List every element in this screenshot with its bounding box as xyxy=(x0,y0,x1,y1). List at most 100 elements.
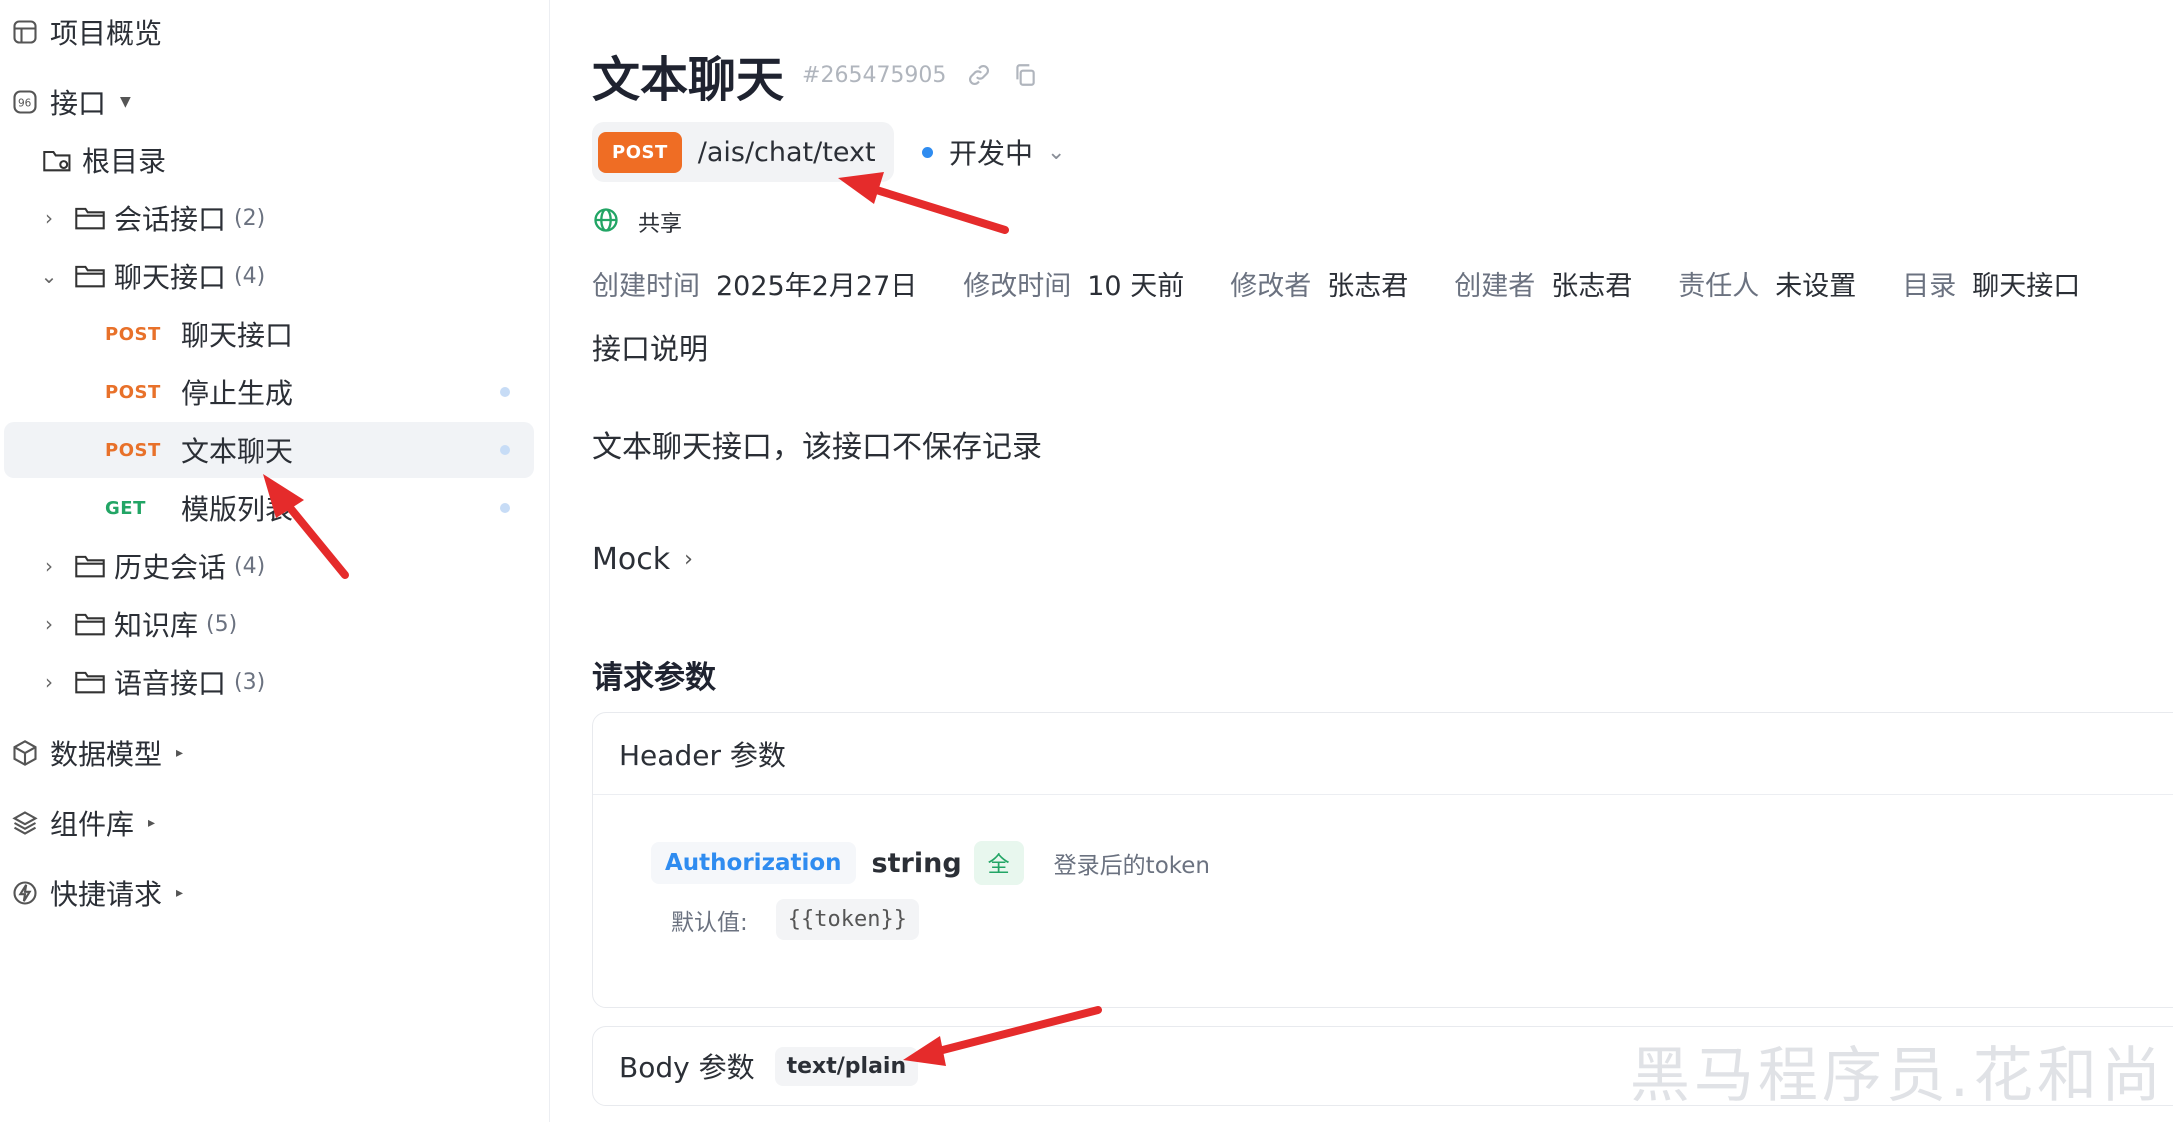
layers-icon xyxy=(10,808,40,838)
method-badge: GET xyxy=(105,497,146,519)
tree-folder[interactable]: › 语音接口 (3) xyxy=(34,654,265,710)
cube-icon xyxy=(10,738,40,768)
title-row: 文本聊天 #265475905 xyxy=(592,40,1038,110)
tree-label: 聊天接口 xyxy=(114,261,227,294)
path-text: /ais/chat/text xyxy=(697,136,876,168)
api-label: 模版列表 xyxy=(181,493,294,526)
api-item[interactable]: GET 模版列表 xyxy=(4,480,534,536)
lightning-icon xyxy=(10,878,40,908)
folder-icon xyxy=(74,610,106,638)
copy-icon[interactable] xyxy=(1012,62,1038,88)
api-id: #265475905 xyxy=(802,62,947,88)
param-type: string xyxy=(871,847,962,879)
status-dot xyxy=(500,445,510,455)
status-dot xyxy=(500,503,510,513)
method-badge: POST xyxy=(105,323,161,345)
meta-value: 张志君 xyxy=(1327,271,1409,302)
chevron-down-icon: ⌄ xyxy=(1047,139,1066,165)
watermark: 黑马程序员.花和尚 xyxy=(1629,1041,2165,1111)
mock-toggle[interactable]: Mock › xyxy=(592,542,693,577)
tree-folder[interactable]: › 历史会话 (4) xyxy=(34,538,265,594)
svg-text:96: 96 xyxy=(18,98,32,110)
share-label: 共享 xyxy=(638,212,683,237)
sidebar: 项目概览 96 接口 ▼ 根目录 › 会话接口 (2) ⌄ 聊天接口 (4) P… xyxy=(0,0,550,1122)
param-required-badge: 全 xyxy=(973,841,1024,885)
meta-key: 创建时间 xyxy=(592,271,700,302)
main-content: 文本聊天 #265475905 POST /ais/chat/text 开发中 … xyxy=(592,0,2173,1122)
card-title: Body 参数 xyxy=(619,1051,755,1084)
meta-value: 10 天前 xyxy=(1087,271,1185,302)
layout-icon xyxy=(10,17,40,47)
tree-folder[interactable]: ⌄ 聊天接口 (4) xyxy=(34,248,266,304)
card-header: Header 参数 xyxy=(593,713,2173,795)
page-title[interactable]: 文本聊天 xyxy=(592,40,784,110)
share-row[interactable]: 共享 xyxy=(592,206,682,238)
mock-label: Mock xyxy=(592,542,671,577)
content-type-badge: text/plain xyxy=(774,1046,919,1086)
meta-key: 目录 xyxy=(1902,271,1957,302)
meta-value[interactable]: 未设置 xyxy=(1775,264,1856,303)
api-item-active[interactable]: POST 文本聊天 xyxy=(4,422,534,478)
nav-label: 接口 xyxy=(50,87,107,120)
description-heading: 接口说明 xyxy=(592,332,709,366)
request-path[interactable]: POST /ais/chat/text xyxy=(592,122,894,182)
status-select[interactable]: 开发中 ⌄ xyxy=(922,132,1065,172)
nav-components[interactable]: 组件库 ▸ xyxy=(0,795,535,851)
meta-key: 责任人 xyxy=(1678,271,1760,302)
default-label: 默认值: xyxy=(671,909,748,936)
tree-folder[interactable]: › 会话接口 (2) xyxy=(34,190,265,246)
meta-key: 修改时间 xyxy=(963,271,1072,302)
globe-icon xyxy=(592,206,620,238)
caret-down-icon[interactable]: ▼ xyxy=(120,94,131,110)
param-name[interactable]: Authorization xyxy=(651,842,856,884)
status-dot xyxy=(922,146,933,158)
api-item[interactable]: POST 停止生成 xyxy=(4,364,534,420)
tree-folder[interactable]: › 知识库 (5) xyxy=(34,596,237,652)
nav-project-overview[interactable]: 项目概览 xyxy=(0,4,535,60)
nav-data-models[interactable]: 数据模型 ▸ xyxy=(0,725,535,781)
method-badge: POST xyxy=(105,381,161,403)
link-icon[interactable] xyxy=(966,62,992,88)
default-value: {{token}} xyxy=(775,899,919,940)
api-label: 停止生成 xyxy=(181,377,294,410)
meta-value: 张志君 xyxy=(1551,271,1633,302)
tree-count: (5) xyxy=(206,611,238,637)
chevron-right-icon[interactable]: › xyxy=(34,554,64,578)
caret-right-icon[interactable]: ▸ xyxy=(176,885,183,901)
tree-count: (2) xyxy=(234,205,266,231)
tree-label: 语音接口 xyxy=(114,667,227,700)
description-text: 文本聊天接口，该接口不保存记录 xyxy=(592,430,1042,465)
folder-icon xyxy=(74,668,106,696)
card-title: Header 参数 xyxy=(619,738,786,772)
tree-root[interactable]: 根目录 xyxy=(32,132,166,188)
meta-value: 2025年2月27日 xyxy=(716,271,918,302)
api-item[interactable]: POST 聊天接口 xyxy=(4,306,534,362)
tree-label: 根目录 xyxy=(82,145,167,178)
status-dot xyxy=(500,387,510,397)
nav-label: 数据模型 xyxy=(50,738,163,771)
tree-label: 历史会话 xyxy=(114,551,227,584)
param-description: 登录后的token xyxy=(1053,853,1210,879)
status-label: 开发中 xyxy=(949,137,1034,170)
chevron-right-icon[interactable]: › xyxy=(34,206,64,230)
param-row: Authorization string 全 登录后的token xyxy=(651,841,1210,885)
chevron-down-icon[interactable]: ⌄ xyxy=(34,264,64,288)
chevron-right-icon[interactable]: › xyxy=(34,670,64,694)
nav-api[interactable]: 96 接口 ▼ xyxy=(0,74,535,130)
meta-row: 创建时间 2025年2月27日 修改时间 10 天前 修改者 张志君 创建者 张… xyxy=(592,264,2126,303)
nav-label: 快捷请求 xyxy=(50,878,163,911)
caret-right-icon[interactable]: ▸ xyxy=(148,815,155,831)
request-params-heading: 请求参数 xyxy=(592,660,716,696)
api-label: 文本聊天 xyxy=(181,435,294,468)
api-icon: 96 xyxy=(10,87,40,117)
folder-icon xyxy=(74,552,106,580)
meta-value[interactable]: 聊天接口 xyxy=(1972,264,2080,303)
api-label: 聊天接口 xyxy=(181,319,294,352)
chevron-right-icon[interactable]: › xyxy=(34,612,64,636)
meta-key: 修改者 xyxy=(1230,271,1312,302)
nav-label: 项目概览 xyxy=(50,17,163,50)
folder-sync-icon xyxy=(42,146,74,174)
caret-right-icon[interactable]: ▸ xyxy=(176,745,183,761)
header-params-card: Header 参数 Authorization string 全 登录后的tok… xyxy=(592,712,2173,1008)
nav-quick-request[interactable]: 快捷请求 ▸ xyxy=(0,865,535,921)
